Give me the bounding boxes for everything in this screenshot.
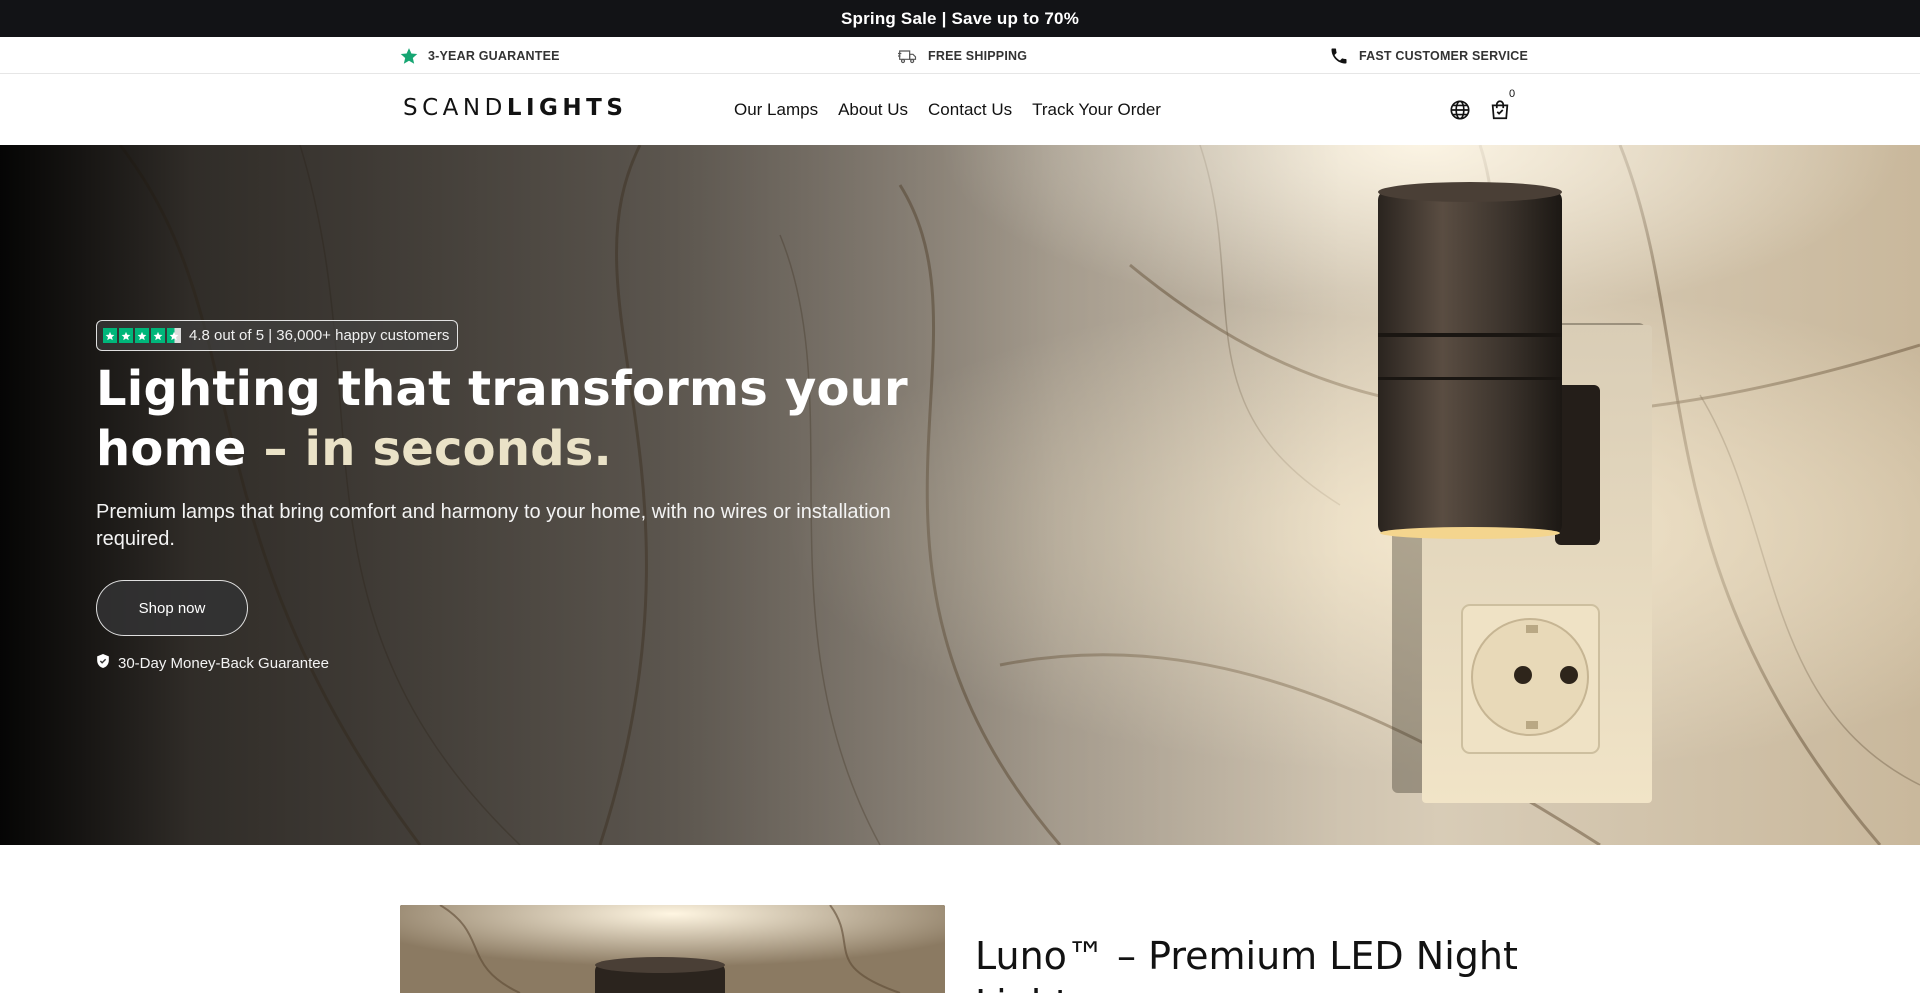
logo-light-text: SCAND <box>403 95 507 121</box>
usp-item-service: FAST CUSTOMER SERVICE <box>1329 37 1528 74</box>
nav-contact-us[interactable]: Contact Us <box>928 100 1012 120</box>
nav-track-order[interactable]: Track Your Order <box>1032 100 1161 120</box>
usp-bar: 3-YEAR GUARANTEE FREE SHIPPING FAST CUST… <box>0 37 1920 74</box>
product-photo <box>400 905 945 993</box>
nav-about-us[interactable]: About Us <box>838 100 908 120</box>
hero-headline: Lighting that transforms your home – in … <box>96 359 956 479</box>
hero-content: 4.8 out of 5 | 36,000+ happy customers L… <box>96 320 956 673</box>
usp-label: FREE SHIPPING <box>928 48 1028 63</box>
usp-item-shipping: FREE SHIPPING <box>898 37 1027 74</box>
guarantee-text: 30-Day Money-Back Guarantee <box>118 654 329 672</box>
truck-icon <box>898 48 918 64</box>
hero-banner: 4.8 out of 5 | 36,000+ happy customers L… <box>0 145 1920 845</box>
star-icon <box>400 47 418 65</box>
cart-count-badge: 0 <box>1509 88 1516 100</box>
announcement-bar: Spring Sale | Save up to 70% <box>0 0 1920 37</box>
nav-our-lamps[interactable]: Our Lamps <box>734 100 818 120</box>
half-star-icon <box>167 328 181 343</box>
shield-check-icon <box>96 653 110 673</box>
rating-text: 4.8 out of 5 | 36,000+ happy customers <box>189 327 450 344</box>
site-logo[interactable]: SCANDLIGHTS <box>403 95 627 121</box>
star-icon <box>151 328 165 343</box>
logo-bold-text: LIGHTS <box>506 95 628 121</box>
shop-now-button[interactable]: Shop now <box>96 580 248 636</box>
main-nav: Our Lamps About Us Contact Us Track Your… <box>734 74 1161 145</box>
rating-badge: 4.8 out of 5 | 36,000+ happy customers <box>96 320 459 351</box>
money-back-guarantee: 30-Day Money-Back Guarantee <box>96 653 956 673</box>
product-image[interactable] <box>400 905 945 993</box>
star-icon <box>103 328 117 343</box>
usp-item-guarantee: 3-YEAR GUARANTEE <box>400 37 560 74</box>
hero-subtext: Premium lamps that bring comfort and har… <box>96 501 891 550</box>
usp-label: 3-YEAR GUARANTEE <box>428 48 560 63</box>
product-title: Luno™ – Premium LED Night Light <box>975 934 1518 993</box>
rating-stars <box>103 328 181 343</box>
headline-accent: – in seconds. <box>246 421 612 477</box>
star-icon <box>135 328 149 343</box>
announcement-text: Spring Sale | Save up to 70% <box>840 8 1080 28</box>
usp-label: FAST CUSTOMER SERVICE <box>1359 48 1529 63</box>
star-icon <box>119 328 133 343</box>
globe-icon[interactable] <box>1447 97 1473 123</box>
site-header: SCANDLIGHTS Our Lamps About Us Contact U… <box>0 74 1920 145</box>
cart-icon[interactable] <box>1487 97 1513 123</box>
phone-icon <box>1329 46 1349 66</box>
